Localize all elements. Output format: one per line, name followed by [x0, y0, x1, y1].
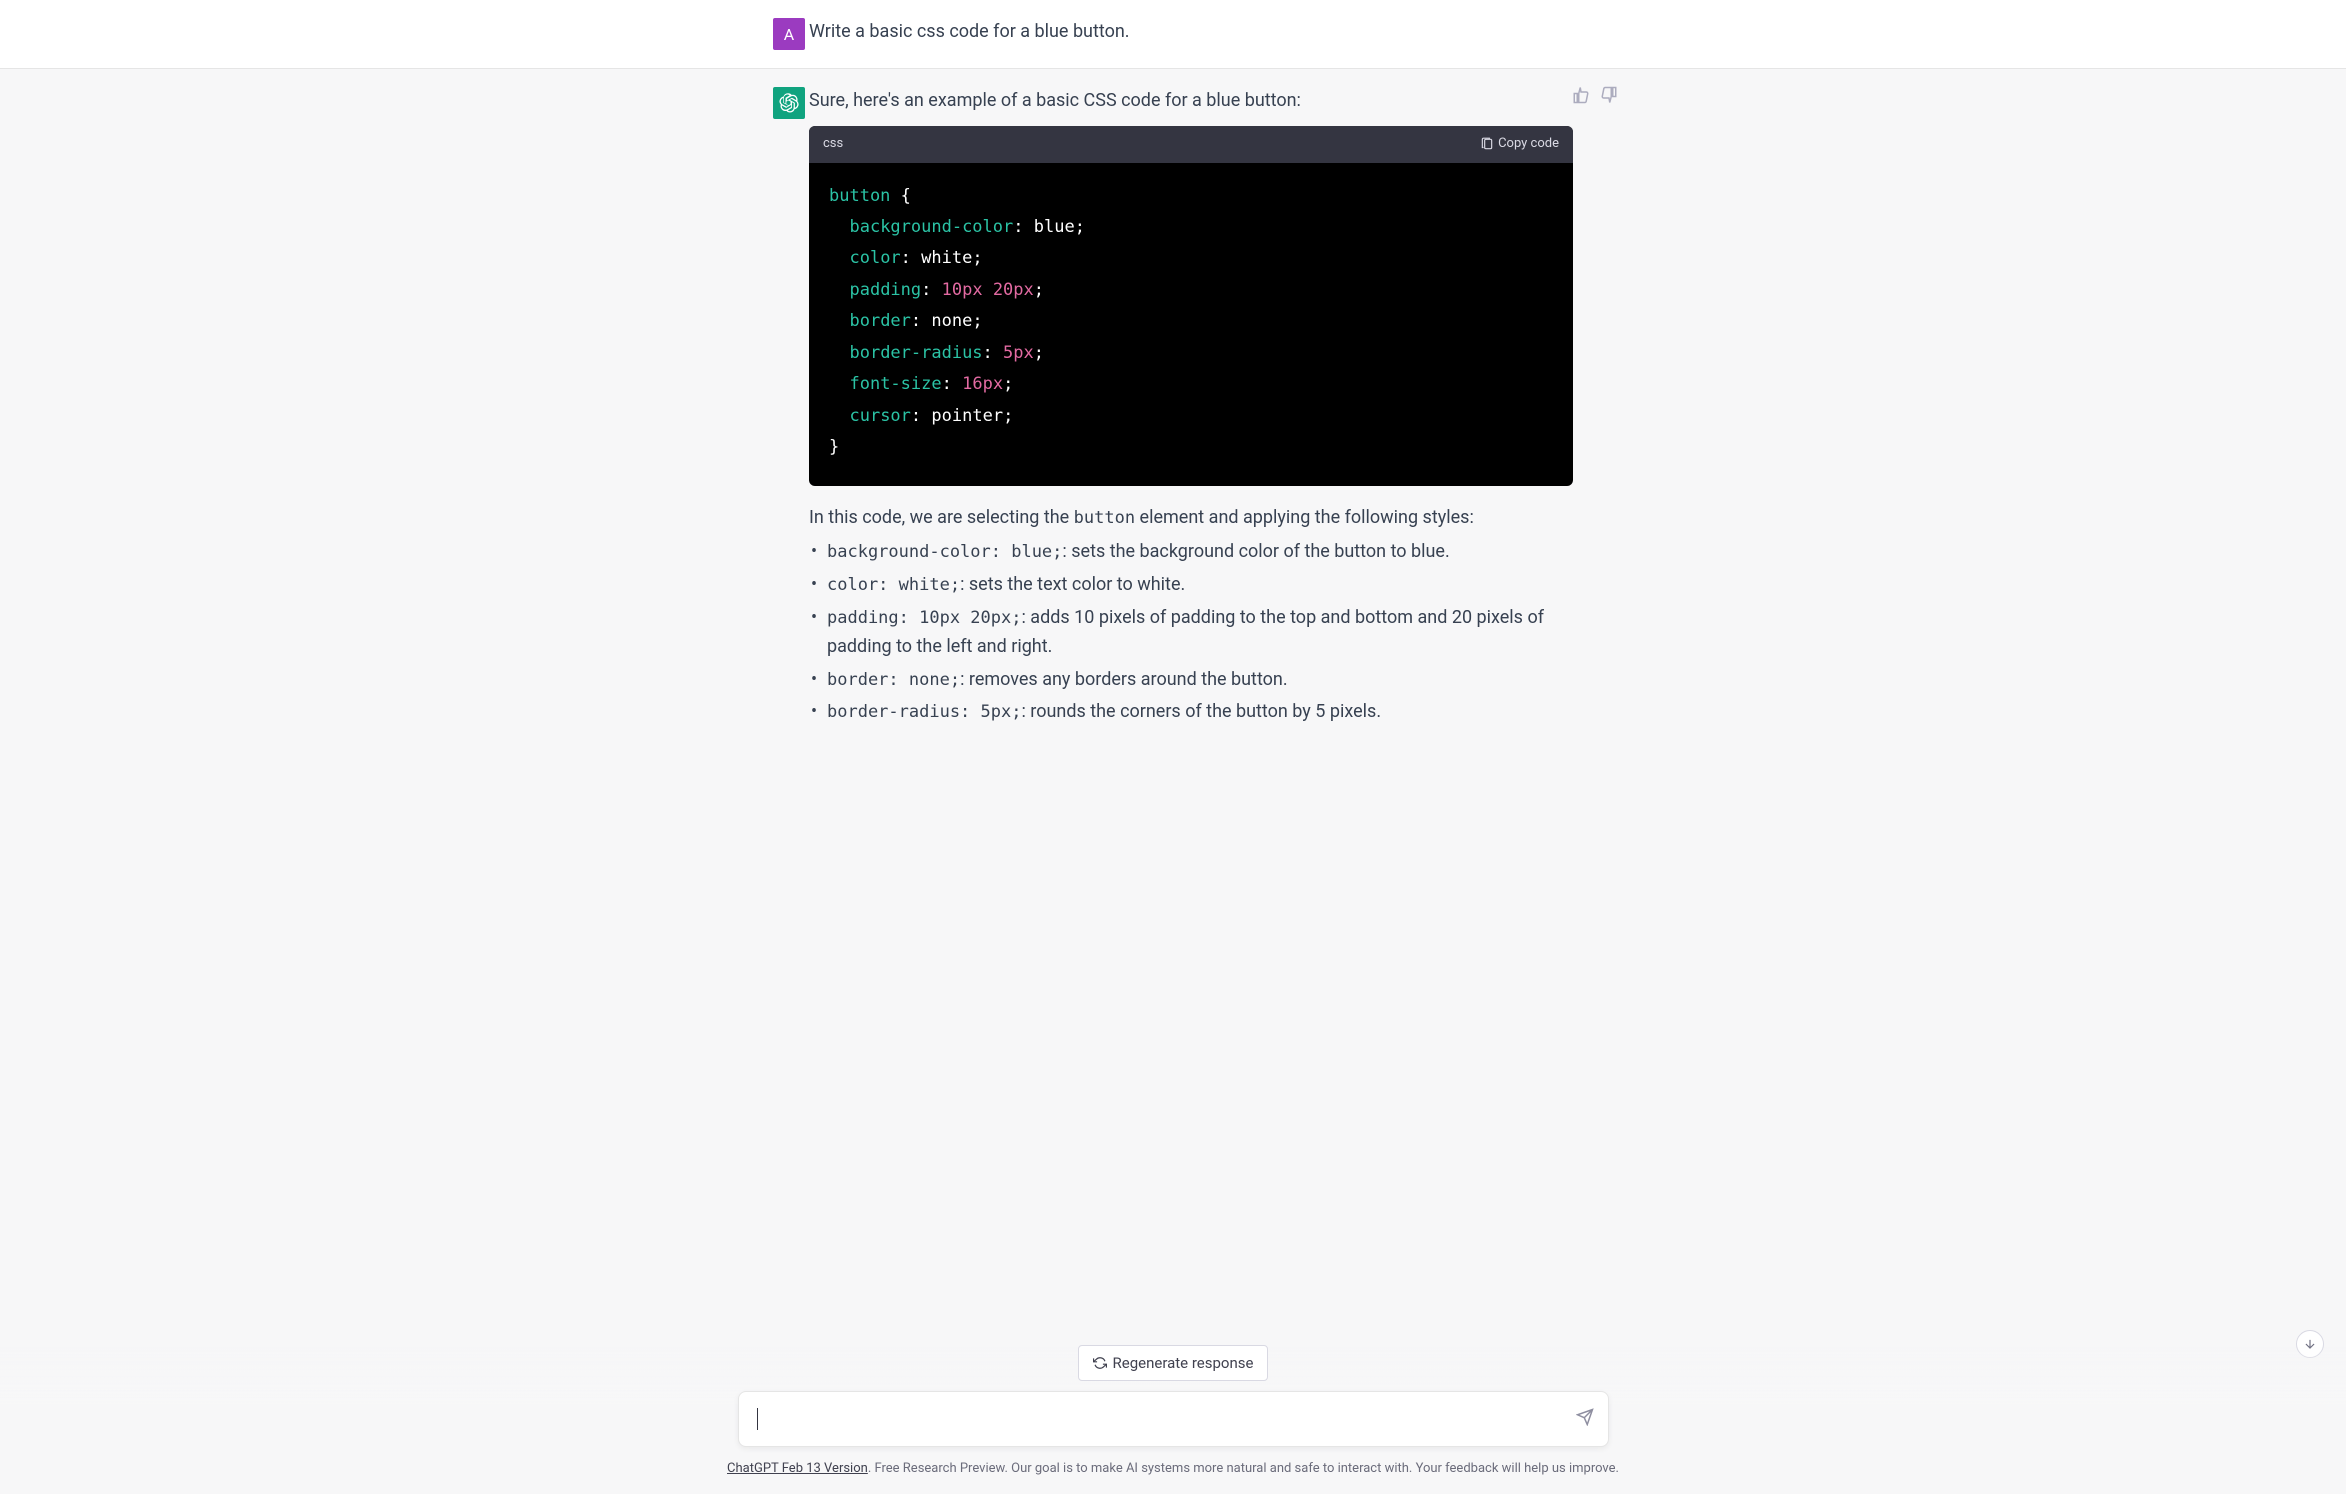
- list-item-text: : removes any borders around the button.: [960, 669, 1288, 690]
- chat-scroll-area[interactable]: A Write a basic css code for a blue butt…: [0, 0, 2346, 1364]
- thumbs-down-button[interactable]: [1597, 83, 1621, 107]
- clipboard-icon: [1480, 137, 1494, 151]
- list-item-text: : sets the text color to white.: [960, 574, 1185, 595]
- send-icon: [1576, 1408, 1594, 1426]
- openai-icon: [779, 93, 799, 113]
- bottom-area: Regenerate response ChatGPT Feb 13 Versi…: [0, 1345, 2346, 1494]
- code-body[interactable]: button { background-color: blue; color: …: [809, 163, 1573, 486]
- regenerate-label: Regenerate response: [1113, 1354, 1254, 1372]
- inline-code: border: none;: [827, 670, 960, 690]
- list-item-text: : rounds the corners of the button by 5 …: [1021, 701, 1381, 722]
- message-input[interactable]: [738, 1391, 1609, 1447]
- refresh-icon: [1093, 1356, 1107, 1370]
- user-message-row: A Write a basic css code for a blue butt…: [0, 0, 2346, 69]
- footer-rest: . Free Research Preview. Our goal is to …: [868, 1461, 1619, 1476]
- explain-list: background-color: blue;: sets the backgr…: [809, 538, 1573, 727]
- copy-code-label: Copy code: [1498, 134, 1559, 155]
- thumbs-up-icon: [1572, 86, 1590, 104]
- user-avatar: A: [773, 18, 805, 50]
- footer-note: ChatGPT Feb 13 Version. Free Research Pr…: [0, 1461, 2346, 1476]
- version-link[interactable]: ChatGPT Feb 13 Version: [727, 1461, 868, 1476]
- code-language-label: css: [823, 134, 843, 155]
- thumbs-down-icon: [1600, 86, 1618, 104]
- assistant-message-row: Sure, here's an example of a basic CSS c…: [0, 69, 2346, 749]
- text-cursor: [757, 1408, 758, 1430]
- list-item: background-color: blue;: sets the backgr…: [809, 538, 1573, 567]
- inline-code: background-color: blue;: [827, 542, 1062, 562]
- list-item: border-radius: 5px;: rounds the corners …: [809, 698, 1573, 727]
- inline-code: padding: 10px 20px;: [827, 608, 1021, 628]
- copy-code-button[interactable]: Copy code: [1480, 134, 1559, 155]
- list-item-text: : sets the background color of the butto…: [1062, 541, 1449, 562]
- regenerate-button[interactable]: Regenerate response: [1078, 1345, 1269, 1381]
- send-button[interactable]: [1576, 1408, 1594, 1430]
- user-message-text: Write a basic css code for a blue button…: [809, 18, 1573, 47]
- assistant-intro-text: Sure, here's an example of a basic CSS c…: [809, 87, 1573, 116]
- list-item: border: none;: removes any borders aroun…: [809, 666, 1573, 695]
- explain-intro: In this code, we are selecting the butto…: [809, 504, 1573, 533]
- code-block: css Copy code button { background-color:…: [809, 126, 1573, 486]
- assistant-avatar: [773, 87, 805, 119]
- list-item: padding: 10px 20px;: adds 10 pixels of p…: [809, 604, 1573, 662]
- avatar-letter: A: [784, 25, 794, 44]
- explain-intro-code: button: [1074, 508, 1135, 528]
- explain-intro-pre: In this code, we are selecting the: [809, 507, 1074, 528]
- explain-intro-post: element and applying the following style…: [1135, 507, 1474, 528]
- list-item: color: white;: sets the text color to wh…: [809, 571, 1573, 600]
- inline-code: border-radius: 5px;: [827, 702, 1021, 722]
- feedback-buttons: [1569, 83, 1621, 107]
- inline-code: color: white;: [827, 575, 960, 595]
- thumbs-up-button[interactable]: [1569, 83, 1593, 107]
